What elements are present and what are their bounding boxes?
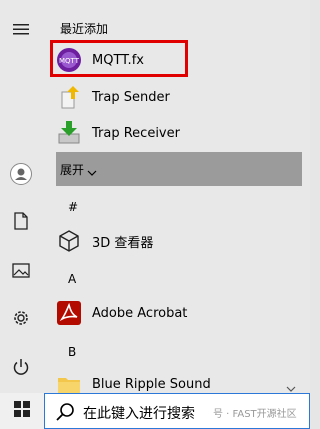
group-header-hash[interactable]: # bbox=[68, 200, 78, 214]
search-placeholder: 在此键入进行搜索 bbox=[83, 406, 195, 422]
trap-receiver-icon bbox=[56, 120, 82, 146]
user-avatar-icon[interactable] bbox=[8, 161, 34, 187]
settings-gear-icon[interactable] bbox=[8, 305, 34, 331]
windows-logo-icon bbox=[14, 401, 30, 421]
search-box[interactable]: 在此键入进行搜索 号 · FAST开源社区 bbox=[44, 393, 310, 429]
expand-button[interactable]: 展开 bbox=[56, 152, 302, 186]
3d-viewer-icon bbox=[56, 228, 82, 254]
start-rail bbox=[0, 0, 42, 393]
app-label: Trap Sender bbox=[92, 89, 170, 105]
group-header-a[interactable]: A bbox=[68, 272, 76, 286]
app-label: Blue Ripple Sound bbox=[92, 376, 211, 392]
app-item-trap-sender[interactable]: Trap Sender bbox=[56, 81, 310, 113]
adobe-acrobat-icon bbox=[56, 300, 82, 326]
documents-icon[interactable] bbox=[8, 208, 34, 234]
watermark-text: 号 · FAST开源社区 bbox=[213, 409, 297, 420]
app-item-adobe-acrobat[interactable]: Adobe Acrobat bbox=[56, 297, 310, 329]
folder-icon bbox=[56, 371, 82, 393]
start-menu: 最近添加 MQTT MQTT.fx Trap Sender Trap Recei… bbox=[0, 0, 310, 393]
app-label: 3D 查看器 bbox=[92, 235, 154, 251]
hamburger-menu-icon[interactable] bbox=[8, 16, 34, 42]
recently-added-header: 最近添加 bbox=[60, 22, 109, 36]
taskbar: 在此键入进行搜索 号 · FAST开源社区 bbox=[0, 393, 310, 429]
chevron-down-icon bbox=[87, 162, 97, 181]
app-item-3d-viewer[interactable]: 3D 查看器 bbox=[56, 225, 310, 257]
app-label: Adobe Acrobat bbox=[92, 305, 188, 321]
pictures-icon[interactable] bbox=[8, 257, 34, 283]
search-icon bbox=[55, 402, 75, 426]
trap-sender-icon bbox=[56, 84, 82, 110]
highlight-box bbox=[50, 40, 188, 77]
power-icon[interactable] bbox=[8, 354, 34, 380]
group-header-b[interactable]: B bbox=[68, 345, 76, 359]
app-item-blue-ripple-sound[interactable]: Blue Ripple Sound bbox=[56, 368, 310, 393]
expand-label: 展开 bbox=[60, 163, 85, 177]
start-button[interactable] bbox=[0, 393, 44, 429]
app-label: Trap Receiver bbox=[92, 125, 180, 141]
app-item-trap-receiver[interactable]: Trap Receiver bbox=[56, 117, 310, 149]
